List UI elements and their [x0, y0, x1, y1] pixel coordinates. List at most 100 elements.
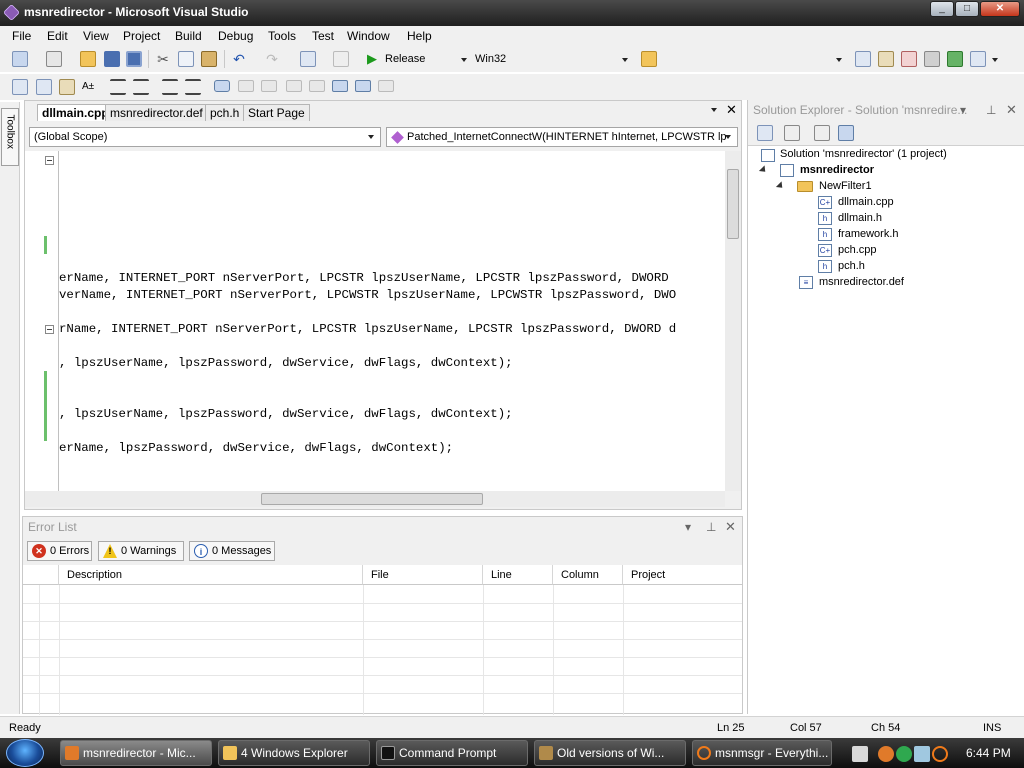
folder-node[interactable]: NewFilter1 — [819, 180, 872, 192]
network-icon[interactable] — [914, 746, 930, 762]
messenger-icon[interactable] — [896, 746, 912, 762]
tab-pch-h[interactable]: pch.h — [205, 104, 245, 121]
navigate-backward-icon[interactable] — [300, 51, 316, 67]
next-bookmark-in-document-icon[interactable] — [355, 80, 371, 92]
chevron-down-icon[interactable] — [992, 58, 998, 62]
menu-view[interactable]: View — [83, 29, 109, 43]
menu-debug[interactable]: Debug — [218, 29, 253, 43]
menu-test[interactable]: Test — [312, 29, 334, 43]
toolbox-tools-icon[interactable] — [924, 51, 940, 67]
collapse-icon[interactable] — [45, 325, 54, 334]
menu-file[interactable]: File — [12, 29, 31, 43]
chevron-down-icon[interactable] — [461, 58, 467, 62]
taskbar-item-windows-explorer[interactable]: 4 Windows Explorer — [218, 740, 370, 766]
close-tab-icon[interactable]: ✕ — [726, 102, 737, 118]
display-quick-info-icon[interactable] — [59, 79, 75, 95]
expand-icon[interactable] — [758, 165, 769, 175]
menu-build[interactable]: Build — [175, 29, 202, 43]
class-view-icon[interactable] — [838, 125, 854, 141]
next-bookmark-in-folder-icon[interactable] — [309, 80, 325, 92]
collapse-icon[interactable] — [45, 156, 54, 165]
new-project-icon[interactable] — [12, 51, 28, 67]
expand-icon[interactable] — [775, 181, 786, 191]
search-icon[interactable] — [932, 746, 948, 762]
keyboard-icon[interactable] — [852, 746, 868, 762]
maximize-button[interactable]: □ — [955, 1, 979, 17]
add-item-icon[interactable] — [46, 51, 62, 67]
start-page-icon[interactable] — [947, 51, 963, 67]
errors-filter-button[interactable]: ✕ 0 Errors — [27, 541, 92, 561]
column-header-description[interactable]: Description — [59, 565, 363, 585]
menu-window[interactable]: Window — [347, 29, 390, 43]
taskbar-item-browser[interactable]: Old versions of Wi... — [534, 740, 686, 766]
previous-bookmark-in-folder-icon[interactable] — [286, 80, 302, 92]
start-button[interactable] — [6, 739, 44, 767]
menu-project[interactable]: Project — [123, 29, 160, 43]
chevron-down-icon[interactable]: ▾ — [685, 517, 691, 537]
vertical-scroll-thumb[interactable] — [727, 169, 739, 239]
clock[interactable]: 6:44 PM — [966, 746, 1011, 760]
pin-icon[interactable]: ⊥ — [706, 517, 716, 537]
column-header-project[interactable]: Project — [623, 565, 742, 585]
horizontal-scroll-thumb[interactable] — [261, 493, 483, 505]
warnings-filter-button[interactable]: ! 0 Warnings — [98, 541, 184, 561]
previous-bookmark-in-document-icon[interactable] — [332, 80, 348, 92]
close-panel-icon[interactable]: ✕ — [1006, 100, 1017, 120]
comment-out-icon[interactable] — [162, 79, 178, 95]
refresh-icon[interactable] — [814, 125, 830, 141]
file-node[interactable]: framework.h — [838, 228, 899, 240]
tab-start-page[interactable]: Start Page — [243, 104, 310, 121]
code-area[interactable]: erName, INTERNET_PORT nServerPort, LPCST… — [25, 151, 725, 491]
menu-tools[interactable]: Tools — [268, 29, 296, 43]
command-window-icon[interactable] — [970, 51, 986, 67]
tab-msnredirector-def[interactable]: msnredirector.def — [105, 104, 208, 121]
decrease-indent-icon[interactable] — [110, 79, 126, 95]
next-bookmark-icon[interactable] — [261, 80, 277, 92]
chevron-down-icon[interactable]: ▾ — [960, 100, 966, 120]
minimize-button[interactable]: _ — [930, 1, 954, 17]
messages-filter-button[interactable]: i 0 Messages — [189, 541, 275, 561]
taskbar-item-command-prompt[interactable]: Command Prompt — [376, 740, 528, 766]
uncomment-icon[interactable] — [185, 79, 201, 95]
display-parameter-info-icon[interactable] — [36, 79, 52, 95]
file-node[interactable]: dllmain.cpp — [838, 196, 894, 208]
start-debugging-icon[interactable]: ▶ — [364, 51, 380, 67]
chevron-down-icon[interactable] — [368, 135, 374, 139]
vertical-scrollbar[interactable] — [725, 151, 741, 491]
chevron-down-icon[interactable] — [725, 135, 731, 139]
file-node[interactable]: msnredirector.def — [819, 276, 904, 288]
previous-bookmark-icon[interactable] — [238, 80, 254, 92]
file-node[interactable]: pch.cpp — [838, 244, 877, 256]
solution-node[interactable]: Solution 'msnredirector' (1 project) — [780, 148, 947, 160]
chevron-down-icon[interactable] — [622, 58, 628, 62]
menu-help[interactable]: Help — [407, 29, 432, 43]
file-node[interactable]: pch.h — [838, 260, 865, 272]
tray-app-icon[interactable] — [878, 746, 894, 762]
undo-icon[interactable]: ↶ — [231, 51, 247, 67]
horizontal-scrollbar[interactable] — [25, 491, 725, 507]
close-button[interactable]: ✕ — [980, 1, 1020, 17]
menu-edit[interactable]: Edit — [47, 29, 68, 43]
platform-select[interactable]: Win32 — [475, 50, 506, 68]
complete-word-icon[interactable]: A± — [82, 79, 98, 95]
configuration-select[interactable]: Release — [385, 50, 425, 68]
show-all-files-icon[interactable] — [784, 125, 800, 141]
save-icon[interactable] — [104, 51, 120, 67]
save-all-icon[interactable] — [126, 51, 142, 67]
taskbar-item-search[interactable]: msnmsgr - Everythi... — [692, 740, 832, 766]
increase-indent-icon[interactable] — [133, 79, 149, 95]
scope-dropdown[interactable]: (Global Scope) — [29, 127, 381, 147]
toggle-bookmark-icon[interactable] — [214, 80, 230, 92]
open-file-icon[interactable] — [80, 51, 96, 67]
column-header-type[interactable] — [23, 565, 59, 585]
properties-icon[interactable] — [878, 51, 894, 67]
copy-icon[interactable] — [178, 51, 194, 67]
taskbar-item-visual-studio[interactable]: msnredirector - Mic... — [60, 740, 212, 766]
column-header-line[interactable]: Line — [483, 565, 553, 585]
close-panel-icon[interactable]: ✕ — [725, 517, 736, 537]
chevron-down-icon[interactable] — [836, 58, 842, 62]
active-files-dropdown-icon[interactable] — [711, 108, 717, 112]
display-object-member-list-icon[interactable] — [12, 79, 28, 95]
solution-explorer-icon[interactable] — [855, 51, 871, 67]
project-node[interactable]: msnredirector — [800, 164, 874, 176]
